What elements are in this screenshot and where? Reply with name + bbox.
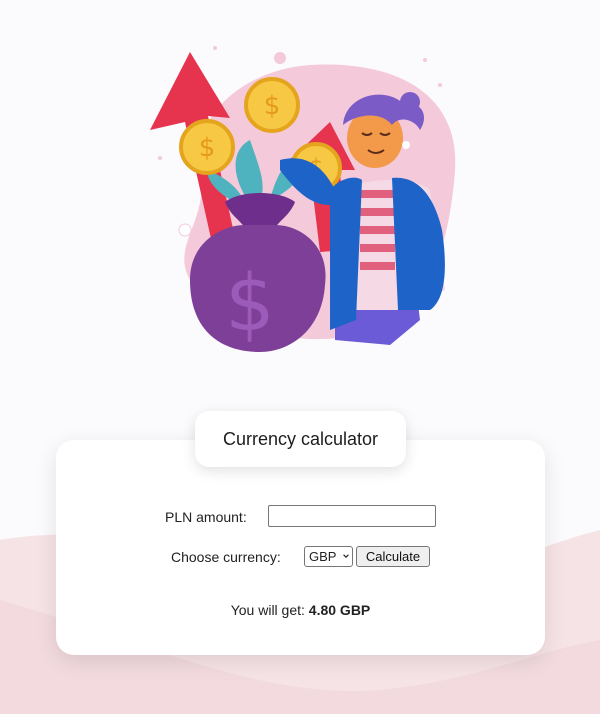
amount-input[interactable] <box>268 505 436 527</box>
svg-text:$: $ <box>264 91 281 121</box>
currency-select-value: GBP <box>309 549 337 564</box>
svg-text:$: $ <box>199 133 216 163</box>
calculate-button[interactable]: Calculate <box>356 546 430 567</box>
currency-row: Choose currency: GBP Calculate <box>56 545 545 569</box>
page: $ $ $ $ PLN amount: <box>0 0 600 714</box>
chevron-down-icon <box>343 554 349 559</box>
svg-text:$: $ <box>225 259 275 349</box>
result-value: 4.80 GBP <box>308 602 371 618</box>
calculator-card: PLN amount: Choose currency: GBP Calcula… <box>56 440 545 655</box>
currency-label: Choose currency: <box>171 549 281 565</box>
result-text: You will get: 4.80 GBP <box>56 602 545 618</box>
result-prefix: You will get: <box>230 602 305 618</box>
currency-select[interactable]: GBP <box>304 546 353 567</box>
amount-label: PLN amount: <box>165 509 247 525</box>
amount-row: PLN amount: <box>56 505 545 529</box>
page-title: Currency calculator <box>195 411 406 467</box>
money-bag-illustration: $ $ $ $ <box>150 46 456 352</box>
coin-icon: $ <box>179 119 235 175</box>
coin-icon: $ <box>244 77 300 133</box>
